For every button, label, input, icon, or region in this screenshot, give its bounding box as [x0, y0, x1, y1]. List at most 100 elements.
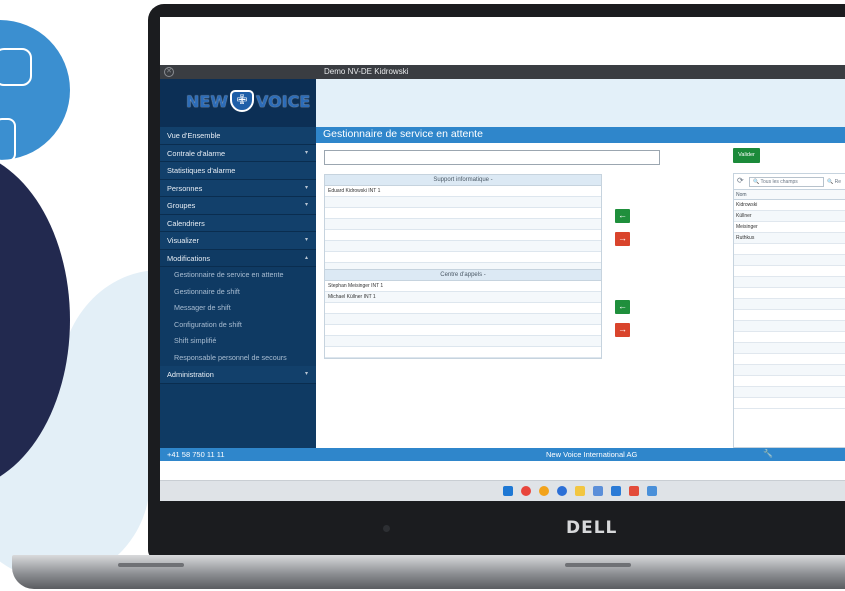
persons-grid: ⟳ 🔍 Tous les champs 🔍 Re Nom Kidrowski Kü…: [733, 173, 845, 448]
footer-phone: +41 58 750 11 11: [167, 450, 225, 459]
sidebar-item-modifications[interactable]: Modifications ▴: [160, 249, 316, 267]
sidebar-item-persons[interactable]: Personnes ▾: [160, 179, 316, 197]
list-item[interactable]: [325, 314, 601, 325]
sidebar-item-visualizer[interactable]: Visualizer ▾: [160, 232, 316, 250]
table-row[interactable]: [734, 376, 845, 387]
status-footer: +41 58 750 11 11 New Voice International…: [160, 448, 845, 461]
marketing-stage: DELL ✕ Demo NV-DE Kidrowski NEW ✙ VOICE Vu…: [0, 0, 845, 591]
newvoice-logo: NEW ✙ VOICE: [186, 89, 310, 112]
app-icon[interactable]: [593, 486, 603, 496]
chrome-icon[interactable]: [521, 486, 531, 496]
sidebar-subitem-simple-shift[interactable]: Shift simplifié: [160, 333, 316, 350]
main-header: [316, 79, 845, 127]
list-item[interactable]: Eduard Kidrowski INT 1: [325, 186, 601, 197]
grid-column-header[interactable]: Nom: [734, 190, 845, 200]
table-row[interactable]: [734, 310, 845, 321]
windows-start-icon[interactable]: [503, 486, 513, 496]
sidebar-subitem-standby-manager[interactable]: Gestionnaire de service en attente: [160, 267, 316, 284]
app-icon[interactable]: [539, 486, 549, 496]
list-item[interactable]: [325, 230, 601, 241]
list-item[interactable]: [325, 303, 601, 314]
group-title: Centre d'appels -: [325, 270, 601, 281]
sidebar-subitem-shift-config[interactable]: Configuration de shift: [160, 316, 316, 333]
table-row[interactable]: Küllner: [734, 211, 845, 222]
table-row[interactable]: [734, 288, 845, 299]
grid-search-input[interactable]: 🔍 Tous les champs: [749, 177, 824, 187]
grid-rows: Kidrowski Küllner Meisinger Ruthkus: [734, 200, 845, 409]
list-item[interactable]: Stephan Meisinger INT 1: [325, 281, 601, 292]
chevron-down-icon: ▾: [304, 371, 308, 377]
list-item[interactable]: [325, 219, 601, 230]
list-item[interactable]: [325, 325, 601, 336]
table-row[interactable]: [734, 365, 845, 376]
table-row[interactable]: [734, 332, 845, 343]
app-icon[interactable]: [629, 486, 639, 496]
sidebar-item-alarm-stats[interactable]: Statistiques d'alarme: [160, 162, 316, 180]
sidebar-subitem-shift-manager[interactable]: Gestionnaire de shift: [160, 283, 316, 300]
app-window: ✕ Demo NV-DE Kidrowski NEW ✙ VOICE Vue d'E…: [160, 65, 845, 448]
close-icon[interactable]: ✕: [164, 67, 174, 77]
table-row[interactable]: Ruthkus: [734, 233, 845, 244]
remove-right-arrow-button[interactable]: →: [615, 232, 630, 246]
group-title: Support informatique -: [325, 175, 601, 186]
table-row[interactable]: Kidrowski: [734, 200, 845, 211]
group-list-support: Support informatique - Eduard Kidrowski …: [324, 174, 602, 275]
list-item[interactable]: [325, 197, 601, 208]
table-row[interactable]: Meisinger: [734, 222, 845, 233]
laptop-foot: [565, 563, 631, 567]
add-left-arrow-button[interactable]: ←: [615, 209, 630, 223]
app-icon[interactable]: [611, 486, 621, 496]
list-item[interactable]: [325, 208, 601, 219]
phone-icon: [0, 118, 16, 162]
app-icon[interactable]: [647, 486, 657, 496]
table-row[interactable]: [734, 266, 845, 277]
table-row[interactable]: [734, 299, 845, 310]
table-row[interactable]: [734, 255, 845, 266]
table-row[interactable]: [734, 321, 845, 332]
refresh-icon[interactable]: ⟳: [737, 176, 744, 185]
sidebar-subitem-shift-messenger[interactable]: Messager de shift: [160, 300, 316, 317]
table-row[interactable]: [734, 244, 845, 255]
table-row[interactable]: [734, 398, 845, 409]
folder-icon[interactable]: [575, 486, 585, 496]
chevron-down-icon: ▾: [304, 202, 308, 208]
sidebar: NEW ✙ VOICE Vue d'Ensemble Contrale d'alar…: [160, 79, 316, 448]
table-row[interactable]: [734, 343, 845, 354]
desktop-area: [160, 461, 845, 480]
screen-top-area: [160, 17, 845, 65]
list-item[interactable]: [325, 252, 601, 263]
table-row[interactable]: [734, 354, 845, 365]
sidebar-item-alarm-control[interactable]: Contrale d'alarme ▾: [160, 144, 316, 162]
sidebar-item-groups[interactable]: Groupes ▾: [160, 197, 316, 215]
sidebar-item-administration[interactable]: Administration ▾: [160, 366, 316, 384]
validate-button[interactable]: Valider: [733, 148, 760, 163]
add-left-arrow-button[interactable]: ←: [615, 300, 630, 314]
chevron-down-icon: ▾: [304, 237, 308, 243]
grid-toolbar: ⟳ 🔍 Tous les champs 🔍 Re: [734, 174, 845, 190]
table-row[interactable]: [734, 387, 845, 398]
wrench-icon[interactable]: 🔧: [763, 449, 773, 458]
chevron-up-icon: ▴: [304, 254, 308, 261]
webcam-icon: [383, 525, 390, 532]
footer-company: New Voice International AG: [546, 450, 638, 459]
main-content: Gestionnaire de service en attente Valid…: [316, 79, 845, 448]
laptop-screen: ✕ Demo NV-DE Kidrowski NEW ✙ VOICE Vue d'E…: [160, 17, 845, 501]
table-row[interactable]: [734, 277, 845, 288]
list-item[interactable]: [325, 241, 601, 252]
sidebar-subitem-backup-staff[interactable]: Responsable personnel de secours: [160, 349, 316, 366]
list-item[interactable]: [325, 336, 601, 347]
grid-search-button[interactable]: 🔍 Re: [827, 177, 841, 187]
chevron-down-icon: ▾: [304, 149, 308, 156]
sidebar-item-calendars[interactable]: Calendriers: [160, 214, 316, 232]
list-item[interactable]: Michael Küllner INT 1: [325, 292, 601, 303]
app-icon[interactable]: [557, 486, 567, 496]
chevron-down-icon: ▾: [304, 184, 308, 191]
sidebar-item-overview[interactable]: Vue d'Ensemble: [160, 127, 316, 145]
window-title: Demo NV-DE Kidrowski: [324, 67, 409, 76]
list-item[interactable]: [325, 347, 601, 358]
laptop-base: [12, 555, 845, 589]
laptop-foot: [118, 563, 184, 567]
brand-logo: DELL: [566, 518, 618, 538]
remove-right-arrow-button[interactable]: →: [615, 323, 630, 337]
search-input[interactable]: [324, 150, 660, 165]
